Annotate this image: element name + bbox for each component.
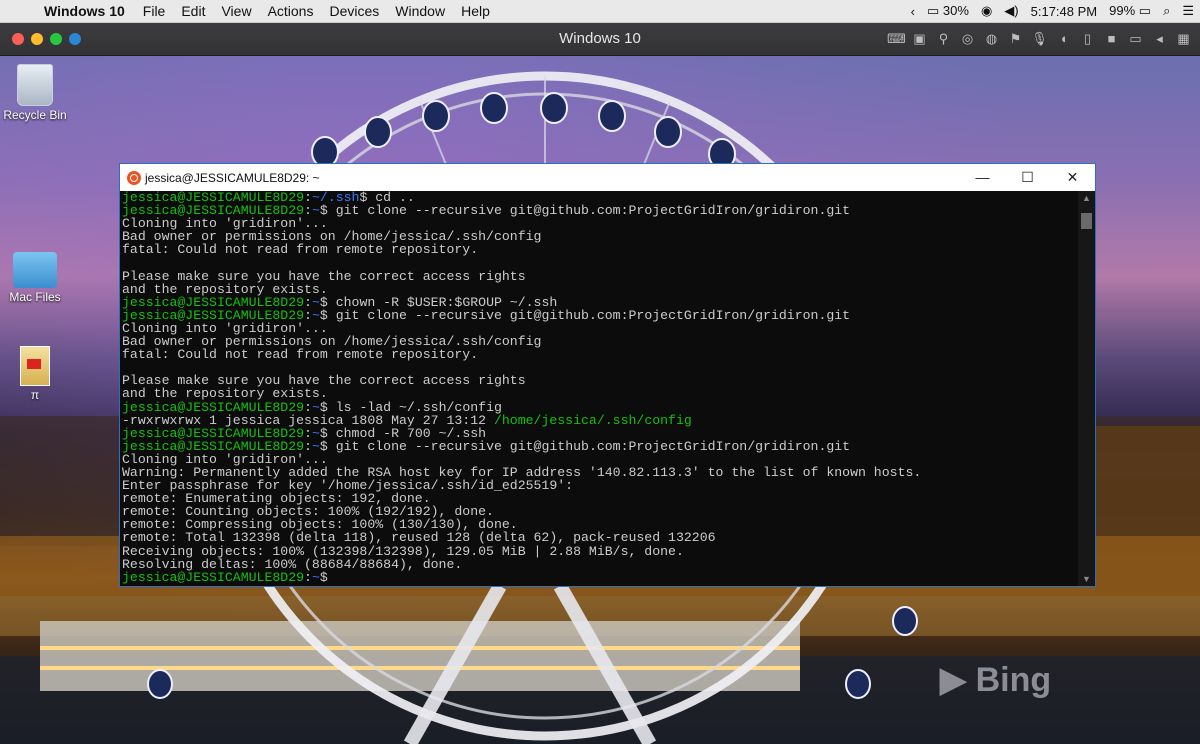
- scrollbar-thumb[interactable]: [1081, 213, 1092, 229]
- terminal-text-segment: $ git clone --recursive git@github.com:P…: [319, 203, 851, 219]
- parallels-window-bar: Windows 10 ⌨ ▣ ⚲ ◎ ◍ ⚑ 🎙 ◖ ▯ ■ ▭ ◂ ▦: [0, 23, 1200, 56]
- terminal-text-segment: fatal: Could not read from remote reposi…: [122, 347, 479, 363]
- terminal-text-segment: /home/jessica/.ssh/config: [493, 412, 692, 428]
- terminal-text-segment: $ git clone --recursive git@github.com:P…: [319, 438, 851, 454]
- ubuntu-logo-icon: [127, 170, 141, 185]
- scroll-down-arrow-icon[interactable]: ▼: [1078, 574, 1095, 584]
- close-button[interactable]: ✕: [1050, 164, 1095, 191]
- terminal-line: jessica@JESSICAMULE8D29:~$: [122, 571, 1079, 584]
- desktop-icon-label: Recycle Bin: [3, 108, 67, 122]
- terminal-line: fatal: Could not read from remote reposi…: [122, 348, 1079, 361]
- desktop-icon-pi[interactable]: π: [0, 346, 75, 402]
- menu-file[interactable]: File: [135, 3, 174, 19]
- menu-window[interactable]: Window: [387, 3, 453, 19]
- app-menu[interactable]: Windows 10: [40, 3, 135, 19]
- terminal-line: fatal: Could not read from remote reposi…: [122, 243, 1079, 256]
- status-icon[interactable]: ◉: [975, 3, 998, 19]
- battery-status[interactable]: 99% ▭: [1103, 3, 1157, 19]
- minimize-button[interactable]: —: [960, 164, 1005, 191]
- cpu-icon[interactable]: ▣: [911, 30, 928, 47]
- recycle-bin-icon: [17, 64, 53, 106]
- terminal-window[interactable]: jessica@JESSICAMULE8D29: ~ — ☐ ✕ jessica…: [119, 163, 1096, 587]
- maximize-button[interactable]: ☐: [1005, 164, 1050, 191]
- menu-view[interactable]: View: [213, 3, 259, 19]
- terminal-text-segment: jessica@JESSICAMULE8D29: [122, 569, 305, 585]
- bing-watermark: ▶ Bing: [940, 660, 1051, 700]
- parallels-toolbar: ⌨ ▣ ⚲ ◎ ◍ ⚑ 🎙 ◖ ▯ ■ ▭ ◂ ▦: [887, 30, 1192, 47]
- camera-icon[interactable]: ■: [1103, 30, 1120, 47]
- vm-battery-label: 30%: [942, 3, 969, 18]
- terminal-text-segment: fatal: Could not read from remote reposi…: [122, 242, 479, 258]
- battery-label: 99%: [1109, 3, 1136, 18]
- folder-icon: [13, 252, 57, 288]
- clock[interactable]: 5:17:48 PM: [1025, 4, 1104, 19]
- volume-icon[interactable]: ◀): [998, 3, 1024, 19]
- sound-icon[interactable]: ◖: [1055, 30, 1072, 47]
- hard-disk-icon[interactable]: ◍: [983, 30, 1000, 47]
- phone-icon[interactable]: ▯: [1079, 30, 1096, 47]
- bing-logo-icon: ▶: [940, 661, 967, 699]
- notification-center-icon[interactable]: ☰: [1176, 3, 1200, 19]
- usb-icon[interactable]: ⚲: [935, 30, 952, 47]
- network-icon[interactable]: ⚑: [1007, 30, 1024, 47]
- terminal-text-segment: $: [319, 569, 328, 585]
- microphone-icon[interactable]: 🎙: [1031, 30, 1048, 47]
- scroll-up-arrow-icon[interactable]: ▲: [1078, 193, 1095, 203]
- file-icon: [20, 346, 50, 386]
- chevron-left-icon[interactable]: ‹: [905, 4, 921, 19]
- spotlight-search-icon[interactable]: ⌕: [1157, 3, 1176, 19]
- keyboard-icon[interactable]: ⌨: [887, 30, 906, 47]
- cd-icon[interactable]: ◎: [959, 30, 976, 47]
- desktop-icon-label: π: [30, 388, 40, 402]
- menu-edit[interactable]: Edit: [173, 3, 213, 19]
- terminal-output[interactable]: jessica@JESSICAMULE8D29:~/.ssh$ cd .. jes…: [120, 191, 1079, 586]
- desktop-icon-label: Mac Files: [9, 290, 61, 304]
- desktop-icon-recycle-bin[interactable]: Recycle Bin: [0, 64, 75, 122]
- shared-folders-icon[interactable]: ▭: [1127, 30, 1144, 47]
- menu-devices[interactable]: Devices: [321, 3, 387, 19]
- terminal-text-segment: :: [304, 569, 312, 585]
- terminal-title-bar[interactable]: jessica@JESSICAMULE8D29: ~ — ☐ ✕: [120, 164, 1095, 191]
- grid-icon[interactable]: ▦: [1175, 30, 1192, 47]
- menu-help[interactable]: Help: [453, 3, 498, 19]
- mac-menu-bar: Windows 10 File Edit View Actions Device…: [0, 0, 1200, 23]
- desktop-icon-mac-files[interactable]: Mac Files: [0, 252, 75, 304]
- terminal-scrollbar[interactable]: ▲ ▼: [1078, 191, 1095, 586]
- back-arrow-icon[interactable]: ◂: [1151, 30, 1168, 47]
- terminal-text-segment: ~: [311, 569, 320, 585]
- menu-actions[interactable]: Actions: [260, 3, 322, 19]
- terminal-text-segment: $ git clone --recursive git@github.com:P…: [319, 307, 851, 323]
- terminal-title: jessica@JESSICAMULE8D29: ~: [145, 170, 320, 185]
- bing-label: Bing: [975, 661, 1052, 699]
- vm-battery-icon[interactable]: ▭ 30%: [921, 3, 975, 19]
